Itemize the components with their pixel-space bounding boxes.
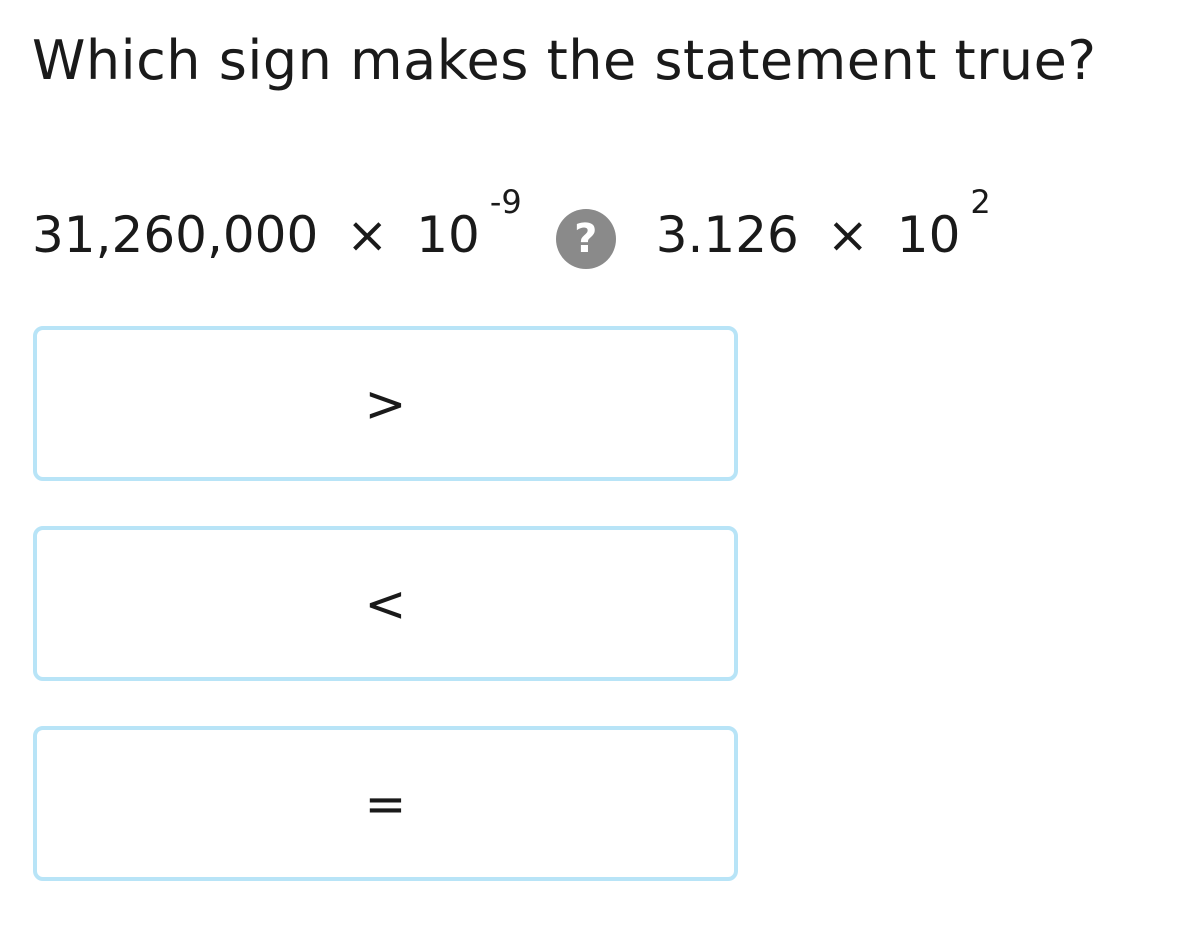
choice-label: >	[364, 374, 407, 433]
left-times-sign: ×	[346, 206, 389, 264]
choice-greater-than-button[interactable]: >	[33, 326, 738, 481]
right-base: 10	[896, 206, 961, 264]
choice-equals-button[interactable]: =	[33, 726, 738, 881]
choice-less-than-button[interactable]: <	[33, 526, 738, 681]
right-exponent: 2	[970, 183, 991, 221]
left-mantissa: 31,260,000	[32, 206, 319, 264]
choice-label: <	[364, 574, 407, 633]
right-times-sign: ×	[826, 206, 869, 264]
choice-label: =	[364, 774, 407, 833]
left-term: 31,260,000 × 10 -9	[32, 186, 522, 264]
left-base: 10	[416, 206, 480, 264]
question-mark-circle-icon: ?	[555, 209, 616, 269]
right-mantissa: 3.126	[655, 206, 799, 264]
question-prompt: Which sign makes the statement true?	[32, 29, 1097, 92]
answer-choices: > < =	[33, 326, 738, 926]
left-exponent: -9	[489, 183, 522, 221]
right-term: 3.126 × 10 2	[655, 186, 991, 264]
comparison-expression: 31,260,000 × 10 -9 ? 3.126 × 10 2	[32, 186, 991, 280]
